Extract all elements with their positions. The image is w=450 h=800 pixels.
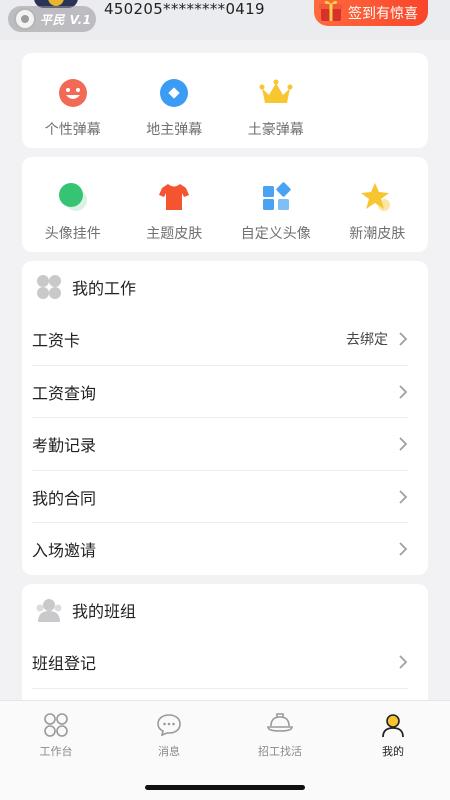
star-icon <box>359 179 395 215</box>
blocks-icon <box>258 179 294 215</box>
row-label: 考勤记录 <box>32 436 97 456</box>
signin-label: 签到有惊喜 <box>348 6 418 22</box>
team-people-icon <box>34 595 64 625</box>
top-bar: 平民 V.1 450205********0419 签到有惊喜 <box>0 0 450 40</box>
work-card: 我的工作 工资卡 去绑定 工资查询 考勤记录 我的合同 入场邀请 <box>22 261 428 575</box>
work-section-title: 我的工作 <box>72 279 137 298</box>
green-circle-icon <box>55 179 91 215</box>
barrage-landlord-label: 地主弹幕 <box>146 122 203 138</box>
decor-card: 头像挂件 主题皮肤 自定义头像 新潮皮肤 <box>22 157 428 252</box>
team-section-title: 我的班组 <box>72 602 137 621</box>
account-id: 450205********0419 <box>104 0 265 18</box>
row-label: 工资查询 <box>32 383 97 403</box>
tab-label: 消息 <box>158 745 180 758</box>
tshirt-icon <box>156 179 192 215</box>
decor-trendy[interactable]: 新潮皮肤 <box>327 179 429 243</box>
tab-messages[interactable]: 消息 <box>129 711 209 759</box>
row-label: 我的合同 <box>32 488 97 508</box>
decor-pendant[interactable]: 头像挂件 <box>22 179 124 243</box>
tab-label: 我的 <box>382 745 404 758</box>
level-badge[interactable]: 平民 V.1 <box>8 6 96 32</box>
decor-custom-avatar[interactable]: 自定义头像 <box>225 179 327 243</box>
decor-pendant-label: 头像挂件 <box>44 226 101 242</box>
tab-workbench[interactable]: 工作台 <box>16 711 96 759</box>
tab-jobs[interactable]: 招工找活 <box>240 711 320 759</box>
chevron-right-icon <box>399 542 408 556</box>
home-indicator[interactable] <box>145 785 305 790</box>
chevron-right-icon <box>399 437 408 451</box>
barrage-landlord[interactable]: 地主弹幕 <box>124 75 226 139</box>
hardhat-icon <box>266 711 294 739</box>
tab-label: 工作台 <box>39 745 73 758</box>
row-attendance[interactable]: 考勤记录 <box>22 418 428 471</box>
barrage-tycoon-label: 土豪弹幕 <box>247 122 304 138</box>
gift-icon <box>319 0 343 21</box>
row-team-register[interactable]: 班组登记 <box>22 636 428 689</box>
profile-icon <box>379 711 407 739</box>
row-salary-query[interactable]: 工资查询 <box>22 366 428 419</box>
blue-diamond-icon <box>156 75 192 111</box>
row-contract[interactable]: 我的合同 <box>22 471 428 524</box>
message-bubble-icon <box>155 711 183 739</box>
barrage-personal[interactable]: 个性弹幕 <box>22 75 124 139</box>
level-label: 平民 V.1 <box>40 12 92 27</box>
team-section-header: 我的班组 <box>22 584 428 636</box>
row-salary-card[interactable]: 工资卡 去绑定 <box>22 313 428 366</box>
chevron-right-icon <box>399 385 408 399</box>
row-entry-invite[interactable]: 入场邀请 <box>22 523 428 576</box>
tab-mine[interactable]: 我的 <box>353 711 433 759</box>
row-label: 班组登记 <box>32 654 97 674</box>
decor-trendy-label: 新潮皮肤 <box>349 226 406 242</box>
level-emblem-icon <box>14 8 36 30</box>
workbench-grid-icon <box>42 711 70 739</box>
work-section-header: 我的工作 <box>22 261 428 313</box>
row-label: 工资卡 <box>32 331 81 351</box>
barrage-personal-label: 个性弹幕 <box>44 122 101 138</box>
tab-label: 招工找活 <box>258 745 302 758</box>
barrage-tycoon[interactable]: 土豪弹幕 <box>225 75 327 139</box>
row-label: 入场邀请 <box>32 541 97 561</box>
chevron-right-icon <box>399 332 408 346</box>
decor-custom-avatar-label: 自定义头像 <box>240 226 311 242</box>
chevron-right-icon <box>399 655 408 669</box>
chevron-right-icon <box>399 490 408 504</box>
bind-card-link[interactable]: 去绑定 <box>346 329 388 349</box>
decor-theme[interactable]: 主题皮肤 <box>124 179 226 243</box>
four-petal-icon <box>34 272 64 302</box>
team-card: 我的班组 班组登记 <box>22 584 428 714</box>
crown-icon <box>258 75 294 111</box>
barrage-card: 个性弹幕 地主弹幕 土豪弹幕 <box>22 53 428 148</box>
decor-theme-label: 主题皮肤 <box>146 226 203 242</box>
smiley-face-icon <box>55 75 91 111</box>
